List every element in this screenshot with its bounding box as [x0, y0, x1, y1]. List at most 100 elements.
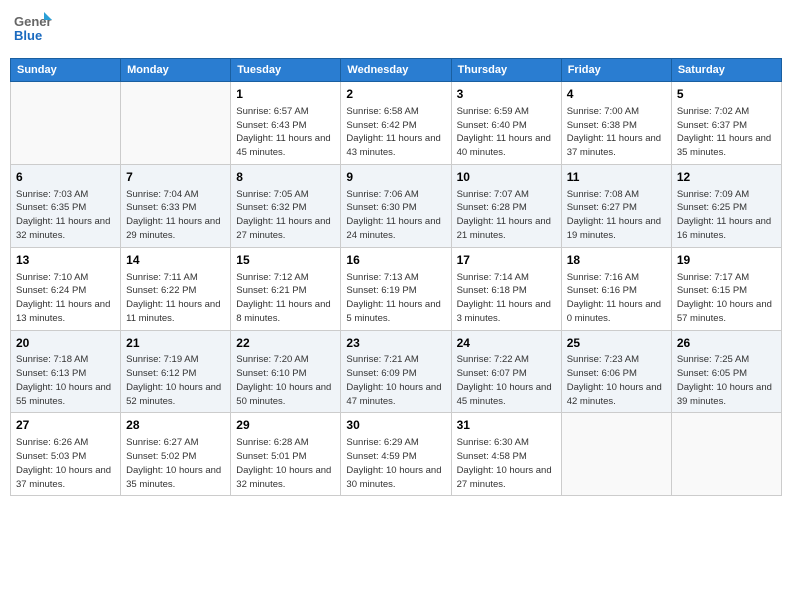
calendar-cell: 12 Sunrise: 7:09 AM Sunset: 6:25 PM Dayli… [671, 164, 781, 247]
day-number: 5 [677, 86, 776, 103]
day-number: 31 [457, 417, 556, 434]
day-info: Sunrise: 7:21 AM Sunset: 6:09 PM Dayligh… [346, 353, 445, 408]
logo-icon: General Blue [14, 10, 52, 50]
calendar-cell: 4 Sunrise: 7:00 AM Sunset: 6:38 PM Daylig… [561, 82, 671, 165]
calendar-cell: 31 Sunrise: 6:30 AM Sunset: 4:58 PM Dayli… [451, 413, 561, 496]
calendar-table: SundayMondayTuesdayWednesdayThursdayFrid… [10, 58, 782, 496]
day-info: Sunrise: 7:11 AM Sunset: 6:22 PM Dayligh… [126, 271, 225, 326]
calendar-cell: 23Sunrise: 7:21 AM Sunset: 6:09 PM Dayli… [341, 330, 451, 413]
weekday-sunday: Sunday [11, 59, 121, 82]
day-info: Sunrise: 7:25 AM Sunset: 6:05 PM Dayligh… [677, 353, 776, 408]
day-number: 10 [457, 169, 556, 186]
calendar-cell: 7Sunrise: 7:04 AM Sunset: 6:33 PM Daylig… [121, 164, 231, 247]
day-number: 4 [567, 86, 666, 103]
day-number: 21 [126, 335, 225, 352]
calendar-cell: 9 Sunrise: 7:06 AM Sunset: 6:30 PM Daylig… [341, 164, 451, 247]
calendar-cell [11, 82, 121, 165]
week-row-2: 6 Sunrise: 7:03 AM Sunset: 6:35 PM Daylig… [11, 164, 782, 247]
calendar-cell: 2 Sunrise: 6:58 AM Sunset: 6:42 PM Daylig… [341, 82, 451, 165]
calendar-cell: 5 Sunrise: 7:02 AM Sunset: 6:37 PM Daylig… [671, 82, 781, 165]
calendar-cell: 22Sunrise: 7:20 AM Sunset: 6:10 PM Dayli… [231, 330, 341, 413]
weekday-tuesday: Tuesday [231, 59, 341, 82]
day-info: Sunrise: 7:17 AM Sunset: 6:15 PM Dayligh… [677, 271, 776, 326]
day-info: Sunrise: 7:07 AM Sunset: 6:28 PM Dayligh… [457, 188, 556, 243]
day-info: Sunrise: 6:26 AM Sunset: 5:03 PM Dayligh… [16, 436, 115, 491]
logo: General Blue [14, 10, 52, 50]
calendar-cell: 21Sunrise: 7:19 AM Sunset: 6:12 PM Dayli… [121, 330, 231, 413]
calendar-cell: 27 Sunrise: 6:26 AM Sunset: 5:03 PM Dayli… [11, 413, 121, 496]
day-number: 26 [677, 335, 776, 352]
calendar-cell: 30Sunrise: 6:29 AM Sunset: 4:59 PM Dayli… [341, 413, 451, 496]
calendar-cell: 3Sunrise: 6:59 AM Sunset: 6:40 PM Daylig… [451, 82, 561, 165]
day-info: Sunrise: 7:02 AM Sunset: 6:37 PM Dayligh… [677, 105, 776, 160]
day-info: Sunrise: 7:12 AM Sunset: 6:21 PM Dayligh… [236, 271, 335, 326]
day-info: Sunrise: 7:18 AM Sunset: 6:13 PM Dayligh… [16, 353, 115, 408]
day-number: 19 [677, 252, 776, 269]
day-info: Sunrise: 7:09 AM Sunset: 6:25 PM Dayligh… [677, 188, 776, 243]
calendar-cell: 26Sunrise: 7:25 AM Sunset: 6:05 PM Dayli… [671, 330, 781, 413]
week-row-5: 27 Sunrise: 6:26 AM Sunset: 5:03 PM Dayli… [11, 413, 782, 496]
day-number: 27 [16, 417, 115, 434]
day-number: 13 [16, 252, 115, 269]
day-number: 7 [126, 169, 225, 186]
calendar-cell: 25Sunrise: 7:23 AM Sunset: 6:06 PM Dayli… [561, 330, 671, 413]
calendar-cell [121, 82, 231, 165]
day-number: 14 [126, 252, 225, 269]
week-row-4: 20Sunrise: 7:18 AM Sunset: 6:13 PM Dayli… [11, 330, 782, 413]
calendar-cell: 14 Sunrise: 7:11 AM Sunset: 6:22 PM Dayli… [121, 247, 231, 330]
calendar-cell: 16 Sunrise: 7:13 AM Sunset: 6:19 PM Dayli… [341, 247, 451, 330]
calendar-cell: 29 Sunrise: 6:28 AM Sunset: 5:01 PM Dayli… [231, 413, 341, 496]
day-info: Sunrise: 7:13 AM Sunset: 6:19 PM Dayligh… [346, 271, 445, 326]
day-number: 25 [567, 335, 666, 352]
calendar-cell: 1Sunrise: 6:57 AM Sunset: 6:43 PM Daylig… [231, 82, 341, 165]
calendar-cell: 28 Sunrise: 6:27 AM Sunset: 5:02 PM Dayli… [121, 413, 231, 496]
calendar-cell [671, 413, 781, 496]
day-number: 29 [236, 417, 335, 434]
day-number: 23 [346, 335, 445, 352]
day-info: Sunrise: 6:27 AM Sunset: 5:02 PM Dayligh… [126, 436, 225, 491]
day-number: 12 [677, 169, 776, 186]
calendar-cell: 8 Sunrise: 7:05 AM Sunset: 6:32 PM Daylig… [231, 164, 341, 247]
week-row-3: 13 Sunrise: 7:10 AM Sunset: 6:24 PM Dayli… [11, 247, 782, 330]
day-info: Sunrise: 7:19 AM Sunset: 6:12 PM Dayligh… [126, 353, 225, 408]
day-number: 16 [346, 252, 445, 269]
day-number: 18 [567, 252, 666, 269]
week-row-1: 1Sunrise: 6:57 AM Sunset: 6:43 PM Daylig… [11, 82, 782, 165]
day-info: Sunrise: 7:00 AM Sunset: 6:38 PM Dayligh… [567, 105, 666, 160]
day-info: Sunrise: 7:05 AM Sunset: 6:32 PM Dayligh… [236, 188, 335, 243]
day-info: Sunrise: 7:23 AM Sunset: 6:06 PM Dayligh… [567, 353, 666, 408]
day-info: Sunrise: 7:10 AM Sunset: 6:24 PM Dayligh… [16, 271, 115, 326]
page-header: General Blue [10, 10, 782, 50]
day-number: 28 [126, 417, 225, 434]
day-number: 3 [457, 86, 556, 103]
weekday-monday: Monday [121, 59, 231, 82]
weekday-thursday: Thursday [451, 59, 561, 82]
calendar-cell: 6 Sunrise: 7:03 AM Sunset: 6:35 PM Daylig… [11, 164, 121, 247]
day-number: 30 [346, 417, 445, 434]
day-info: Sunrise: 6:58 AM Sunset: 6:42 PM Dayligh… [346, 105, 445, 160]
day-number: 15 [236, 252, 335, 269]
day-number: 6 [16, 169, 115, 186]
weekday-saturday: Saturday [671, 59, 781, 82]
calendar-cell: 11 Sunrise: 7:08 AM Sunset: 6:27 PM Dayli… [561, 164, 671, 247]
day-number: 1 [236, 86, 335, 103]
day-info: Sunrise: 7:06 AM Sunset: 6:30 PM Dayligh… [346, 188, 445, 243]
day-info: Sunrise: 7:08 AM Sunset: 6:27 PM Dayligh… [567, 188, 666, 243]
day-number: 8 [236, 169, 335, 186]
day-number: 17 [457, 252, 556, 269]
day-number: 22 [236, 335, 335, 352]
weekday-header-row: SundayMondayTuesdayWednesdayThursdayFrid… [11, 59, 782, 82]
day-info: Sunrise: 6:28 AM Sunset: 5:01 PM Dayligh… [236, 436, 335, 491]
calendar-cell: 20Sunrise: 7:18 AM Sunset: 6:13 PM Dayli… [11, 330, 121, 413]
day-number: 11 [567, 169, 666, 186]
calendar-cell: 19 Sunrise: 7:17 AM Sunset: 6:15 PM Dayli… [671, 247, 781, 330]
day-info: Sunrise: 7:20 AM Sunset: 6:10 PM Dayligh… [236, 353, 335, 408]
calendar-cell: 18Sunrise: 7:16 AM Sunset: 6:16 PM Dayli… [561, 247, 671, 330]
day-info: Sunrise: 7:03 AM Sunset: 6:35 PM Dayligh… [16, 188, 115, 243]
calendar-cell: 10 Sunrise: 7:07 AM Sunset: 6:28 PM Dayli… [451, 164, 561, 247]
day-info: Sunrise: 6:30 AM Sunset: 4:58 PM Dayligh… [457, 436, 556, 491]
day-number: 2 [346, 86, 445, 103]
svg-text:Blue: Blue [14, 28, 42, 43]
day-number: 9 [346, 169, 445, 186]
day-info: Sunrise: 7:14 AM Sunset: 6:18 PM Dayligh… [457, 271, 556, 326]
